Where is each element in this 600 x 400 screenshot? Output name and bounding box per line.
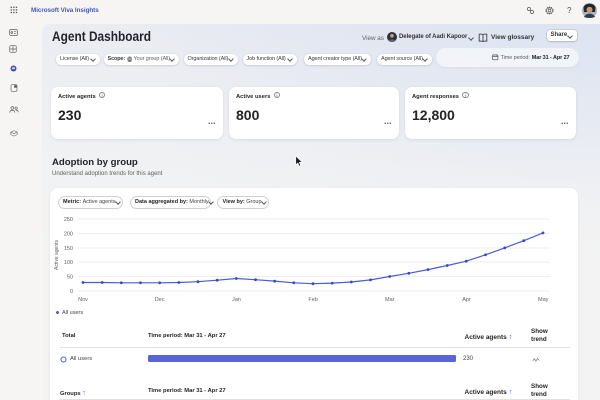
svg-text:50: 50	[67, 275, 73, 281]
svg-text:100: 100	[64, 260, 73, 266]
svg-text:Apr: Apr	[462, 297, 471, 303]
svg-text:200: 200	[64, 232, 73, 238]
svg-text:150: 150	[64, 246, 73, 252]
svg-text:Dec: Dec	[155, 297, 165, 303]
svg-text:Mar: Mar	[385, 297, 395, 303]
svg-text:0: 0	[70, 289, 73, 295]
svg-text:Active agents: Active agents	[54, 239, 60, 270]
svg-text:250: 250	[64, 217, 73, 223]
svg-text:Nov: Nov	[78, 297, 88, 303]
svg-text:Feb: Feb	[308, 297, 317, 303]
svg-text:Jan: Jan	[232, 297, 241, 303]
svg-text:May: May	[538, 297, 549, 303]
